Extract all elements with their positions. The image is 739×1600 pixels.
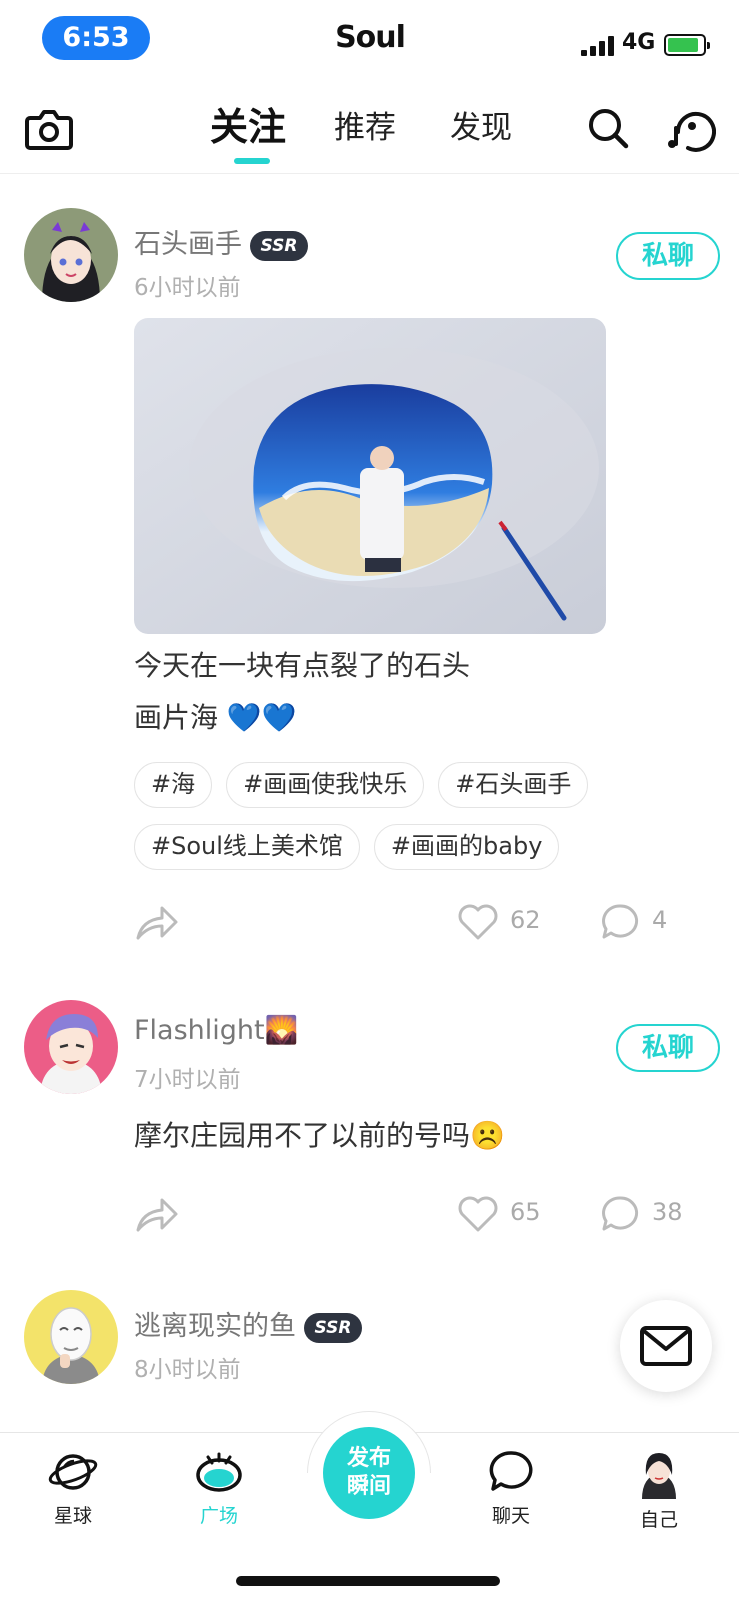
nav-chat[interactable]: 聊天	[456, 1449, 566, 1528]
post-time: 7小时以前	[134, 1067, 241, 1093]
mail-button[interactable]	[620, 1300, 712, 1392]
share-icon[interactable]	[134, 898, 180, 944]
private-chat-button[interactable]: 私聊	[616, 1024, 720, 1072]
like-count: 65	[510, 1198, 541, 1226]
tab-following[interactable]: 关注	[210, 96, 286, 151]
like-icon[interactable]	[456, 1192, 500, 1234]
status-bar: 6:53 Soul 4G	[0, 0, 739, 80]
active-tab-indicator	[234, 158, 270, 164]
app-logo: Soul	[335, 20, 406, 55]
nav-square[interactable]: 广场	[164, 1449, 274, 1528]
like-icon[interactable]	[456, 900, 500, 942]
chat-bubble-icon	[489, 1451, 533, 1491]
post-username[interactable]: 石头画手 SSR	[134, 222, 308, 261]
music-note-icon[interactable]	[664, 104, 716, 152]
post-text-line: 今天在一块有点裂了的石头	[134, 649, 471, 682]
nav-label: 星球	[53, 1505, 92, 1527]
planet-icon	[48, 1454, 98, 1490]
username-text: 石头画手	[134, 229, 242, 260]
tab-recommend[interactable]: 推荐	[334, 102, 396, 147]
network-type: 4G	[622, 30, 656, 55]
post-time: 6小时以前	[134, 275, 241, 301]
post-actions: 62 4	[134, 898, 694, 948]
home-indicator[interactable]	[236, 1576, 500, 1586]
comment-count: 4	[652, 906, 668, 934]
topic-tag[interactable]: #画画使我快乐	[226, 762, 425, 808]
publish-moment-button[interactable]: 发布 瞬间	[323, 1427, 415, 1519]
private-chat-button[interactable]: 私聊	[616, 232, 720, 280]
publish-label: 发布	[346, 1446, 391, 1471]
post-text-line: 画片海 💙💙	[134, 701, 297, 734]
post-text: 今天在一块有点裂了的石头 画片海 💙💙	[134, 640, 694, 744]
avatar[interactable]	[24, 208, 118, 302]
comment-count: 38	[652, 1198, 683, 1226]
bottom-nav: 星球 广场 发布 瞬间 聊天 自己	[0, 1411, 739, 1600]
share-icon[interactable]	[134, 1190, 180, 1236]
square-eye-icon	[196, 1452, 242, 1492]
post-text: 摩尔庄园用不了以前的号吗☹️	[134, 1119, 505, 1152]
topic-tag[interactable]: #Soul线上美术馆	[134, 824, 360, 870]
like-count: 62	[510, 906, 541, 934]
mail-icon	[640, 1326, 692, 1366]
camera-icon[interactable]	[24, 106, 74, 152]
tab-discover[interactable]: 发现	[450, 102, 512, 147]
post-time: 8小时以前	[134, 1357, 241, 1383]
nav-self[interactable]: 自己	[604, 1449, 714, 1532]
signal-icon	[581, 36, 615, 56]
post-username[interactable]: Flashlight🌄	[134, 1014, 298, 1046]
ssr-badge: SSR	[250, 230, 308, 261]
comment-icon[interactable]	[600, 1194, 640, 1234]
comment-icon[interactable]	[600, 902, 640, 942]
self-avatar-icon	[642, 1453, 676, 1499]
nav-label: 广场	[199, 1505, 238, 1527]
publish-label: 瞬间	[346, 1474, 391, 1499]
post-actions: 65 38	[134, 1190, 694, 1240]
post-username[interactable]: 逃离现实的鱼 SSR	[134, 1304, 362, 1343]
topic-tag[interactable]: #画画的baby	[373, 824, 560, 870]
nav-label: 聊天	[491, 1505, 530, 1527]
nav-planet[interactable]: 星球	[18, 1449, 128, 1528]
status-time: 6:53	[42, 16, 150, 60]
topic-tag[interactable]: #石头画手	[438, 762, 589, 808]
username-text: 逃离现实的鱼	[134, 1311, 296, 1342]
topic-tag[interactable]: #海	[134, 762, 213, 808]
search-icon[interactable]	[586, 106, 630, 150]
post-image[interactable]	[134, 318, 606, 634]
ssr-badge: SSR	[304, 1312, 362, 1343]
nav-label: 自己	[639, 1509, 678, 1531]
avatar[interactable]	[24, 1290, 118, 1384]
tag-list: #海 #画画使我快乐 #石头画手 #Soul线上美术馆 #画画的baby	[134, 762, 704, 886]
avatar[interactable]	[24, 1000, 118, 1094]
battery-icon	[664, 34, 710, 56]
top-nav: 关注 推荐 发现	[0, 88, 739, 174]
